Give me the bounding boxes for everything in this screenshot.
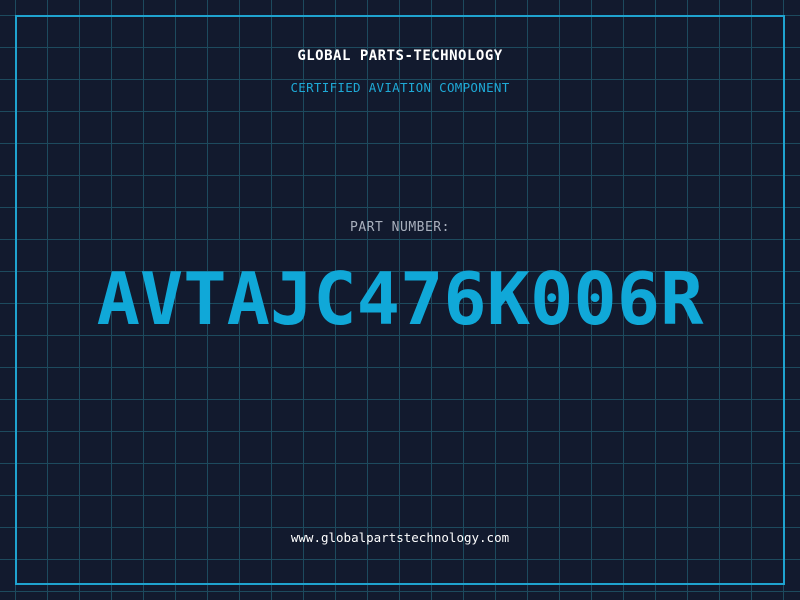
company-name: GLOBAL PARTS-TECHNOLOGY <box>297 48 503 64</box>
certification-tagline: CERTIFIED AVIATION COMPONENT <box>290 80 510 95</box>
website-url: www.globalpartstechnology.com <box>290 530 510 545</box>
part-number-value: AVTAJC476K006R <box>96 257 704 341</box>
part-number-label: PART NUMBER: <box>350 220 450 235</box>
